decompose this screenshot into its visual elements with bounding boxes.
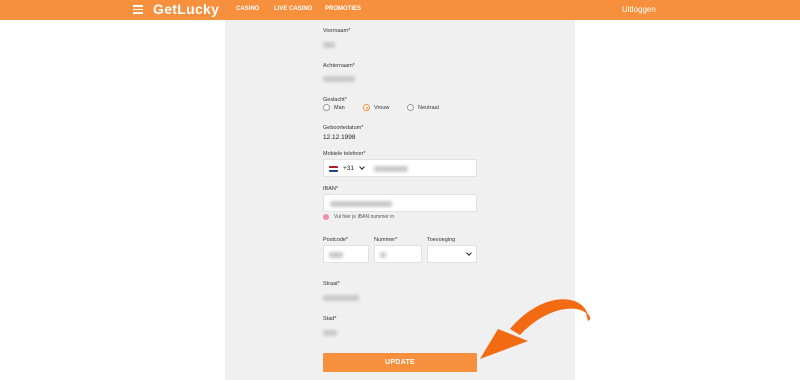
number-label: Nummer* — [374, 237, 398, 243]
iban-label: IBAN* — [323, 186, 338, 192]
gender-option-man[interactable]: Man — [323, 104, 345, 111]
first-name-value-blurred — [323, 42, 335, 48]
iban-hint-text: Vul hier je IBAN nummer in — [334, 214, 395, 220]
chevron-down-icon[interactable] — [359, 164, 365, 170]
hamburger-menu-icon[interactable] — [133, 5, 143, 14]
gender-option-label: Vrouw — [374, 104, 390, 111]
gender-option-neutraal[interactable]: Neutraal — [407, 104, 439, 111]
phone-input[interactable]: +31 — [323, 159, 477, 177]
nav-live-casino[interactable]: LIVE CASINO — [274, 6, 312, 12]
street-value-blurred — [323, 295, 359, 301]
iban-input[interactable] — [323, 194, 477, 212]
annotation-arrow-icon — [480, 299, 591, 359]
info-icon — [323, 214, 329, 220]
last-name-label: Achternaam* — [323, 63, 355, 69]
gender-radio-group: Man Vrouw Neutraal — [323, 104, 483, 114]
dob-label: Geboortedatum* — [323, 125, 364, 131]
first-name-label: Voornaam* — [323, 28, 351, 34]
postcode-input[interactable] — [323, 245, 369, 263]
city-label: Stad* — [323, 316, 337, 322]
addition-select[interactable] — [427, 245, 477, 263]
street-label: Straat* — [323, 281, 340, 287]
top-navbar: GetLucky CASINO LIVE CASINO PROMOTIES Ui… — [0, 0, 800, 20]
gender-label: Geslacht* — [323, 97, 347, 103]
nav-casino[interactable]: CASINO — [236, 6, 259, 12]
iban-hint: Vul hier je IBAN nummer in — [323, 214, 394, 220]
radio-checked-icon[interactable] — [363, 104, 370, 111]
radio-icon[interactable] — [407, 104, 414, 111]
chevron-down-icon[interactable] — [466, 250, 472, 256]
gender-option-label: Man — [334, 104, 345, 111]
last-name-value-blurred — [323, 76, 355, 82]
postcode-value-blurred — [329, 252, 343, 258]
phone-value-blurred — [374, 166, 408, 172]
gender-option-vrouw[interactable]: Vrouw — [363, 104, 389, 111]
logout-link[interactable]: Uitloggen — [622, 5, 656, 14]
phone-label: Mobiele telefoon* — [323, 151, 366, 157]
netherlands-flag-icon — [329, 166, 338, 172]
postcode-label: Postcode* — [323, 237, 349, 243]
site-logo[interactable]: GetLucky — [153, 1, 219, 17]
number-input[interactable] — [374, 245, 422, 263]
iban-value-blurred — [330, 201, 392, 207]
gender-option-label: Neutraal — [418, 104, 439, 111]
number-value-blurred — [380, 252, 386, 258]
radio-icon[interactable] — [323, 104, 330, 111]
city-value-blurred — [323, 330, 337, 336]
dob-value: 12.12.1998 — [323, 134, 356, 141]
addition-label: Toevoeging — [427, 237, 456, 243]
update-button[interactable]: UPDATE — [323, 353, 477, 372]
nav-promoties[interactable]: PROMOTIES — [325, 6, 361, 12]
phone-country-code: +31 — [343, 165, 355, 172]
